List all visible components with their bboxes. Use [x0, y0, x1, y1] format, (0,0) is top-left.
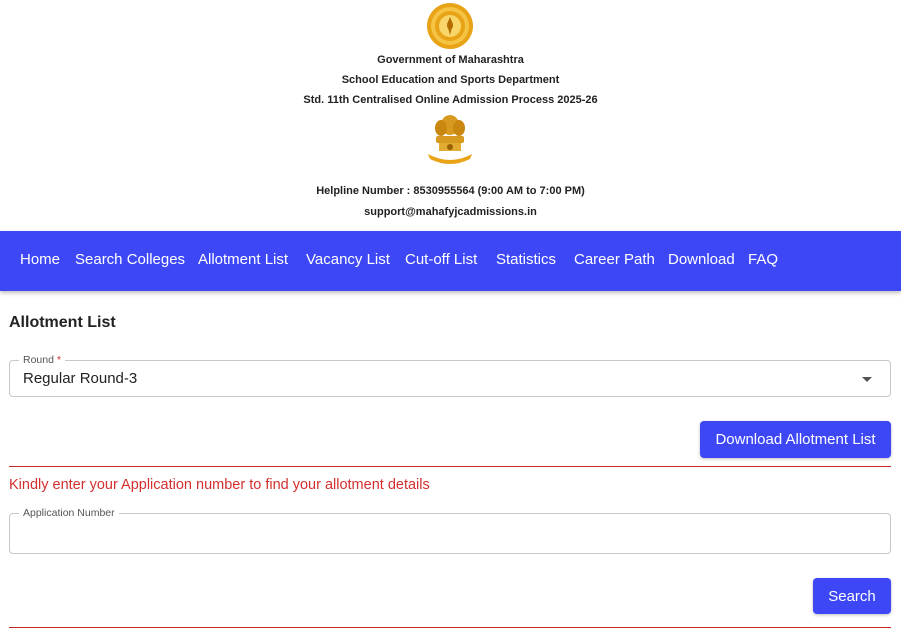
required-mark: * — [56, 354, 61, 366]
round-select[interactable]: Round * Regular Round-3 — [9, 354, 891, 397]
nav-allotment-list[interactable]: Allotment List — [198, 231, 288, 291]
page-title: Allotment List — [9, 314, 116, 331]
section-divider-top — [9, 466, 891, 467]
round-selected-value: Regular Round-3 — [23, 370, 138, 387]
nav-home[interactable]: Home — [20, 231, 60, 291]
nav-faq[interactable]: FAQ — [748, 231, 778, 291]
site-header: Government of Maharashtra School Educati… — [0, 0, 901, 231]
ashoka-emblem-icon — [428, 115, 472, 164]
maharashtra-seal-icon — [427, 3, 473, 49]
main-navbar: Home Search Colleges Allotment List Vaca… — [0, 231, 901, 291]
application-number-input[interactable] — [11, 515, 889, 552]
dropdown-caret-icon[interactable] — [862, 377, 872, 382]
search-button[interactable]: Search — [813, 578, 891, 614]
nav-vacancy-list[interactable]: Vacancy List — [306, 231, 390, 291]
helpline-text: Helpline Number : 8530955564 (9:00 AM to… — [316, 185, 585, 197]
nav-download[interactable]: Download — [668, 231, 735, 291]
application-number-field[interactable]: Application Number — [9, 507, 891, 554]
nav-search-colleges[interactable]: Search Colleges — [75, 231, 185, 291]
nav-statistics[interactable]: Statistics — [496, 231, 556, 291]
round-label: Round * — [19, 354, 65, 366]
header-government: Government of Maharashtra — [377, 54, 524, 66]
header-department: School Education and Sports Department — [341, 74, 560, 86]
application-notice: Kindly enter your Application number to … — [9, 477, 430, 493]
header-process: Std. 11th Centralised Online Admission P… — [303, 94, 598, 106]
application-number-label: Application Number — [19, 507, 119, 519]
nav-career-path[interactable]: Career Path — [574, 231, 655, 291]
section-divider-bottom — [9, 627, 891, 628]
nav-cutoff-list[interactable]: Cut-off List — [405, 231, 477, 291]
download-allotment-list-button[interactable]: Download Allotment List — [700, 421, 891, 458]
support-email[interactable]: support@mahafyjcadmissions.in — [0, 206, 901, 218]
